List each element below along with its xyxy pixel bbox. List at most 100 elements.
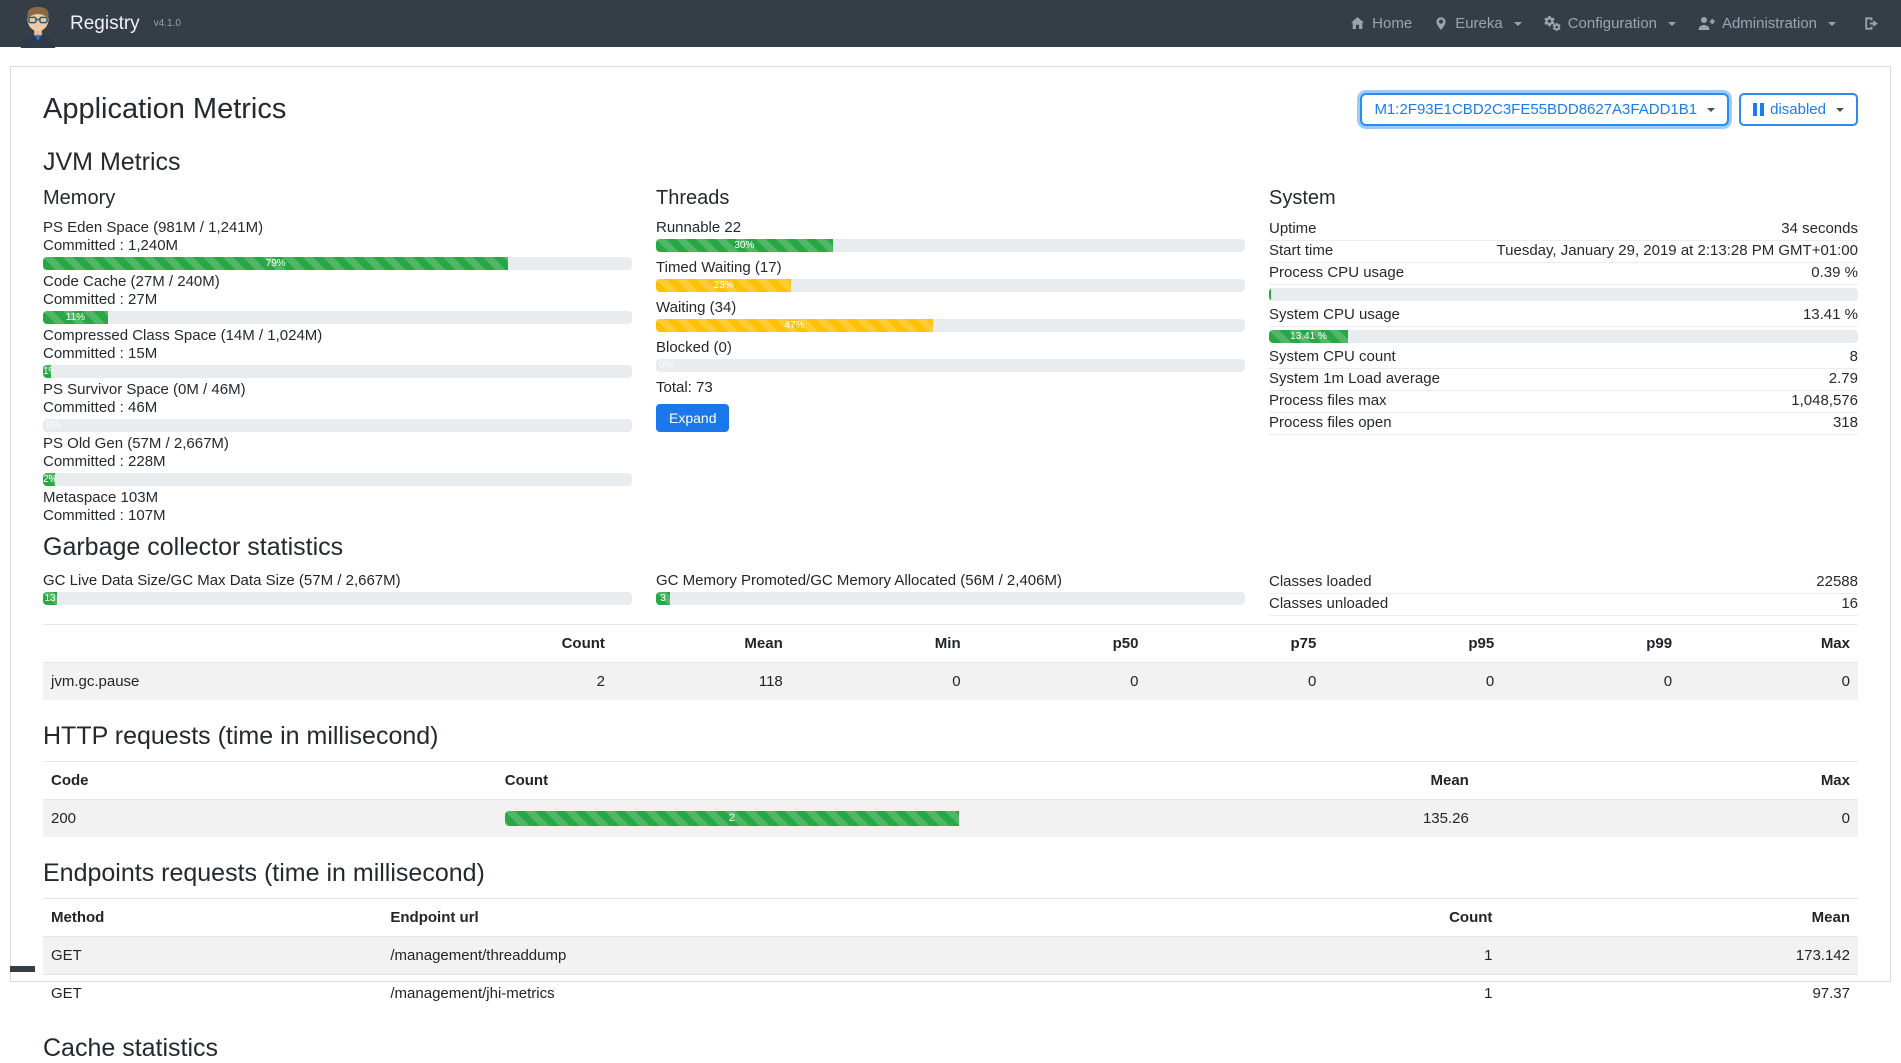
- pause-icon: [1753, 103, 1764, 116]
- endpoints-requests-heading: Endpoints requests (time in millisecond): [43, 859, 1858, 888]
- threads-heading: Threads: [656, 187, 1245, 210]
- gc-col-max: Max: [1680, 625, 1858, 663]
- instance-selector-dropdown[interactable]: M1:2F93E1CBD2C3FE55BDD8627A3FADD1B1: [1360, 93, 1729, 126]
- thread-item: Timed Waiting (17) 23%: [656, 259, 1245, 292]
- classes-unloaded-row: Classes unloaded 16: [1269, 594, 1858, 616]
- endpoints-col-mean: Mean: [1500, 899, 1858, 937]
- system-row-files-open: Process files open 318: [1269, 413, 1858, 435]
- endpoint-row-jhi-metrics: GET /management/jhi-metrics 1 97.37: [43, 975, 1858, 1013]
- memory-progress-bar: 0%: [43, 419, 632, 432]
- classes-loaded-row: Classes loaded 22588: [1269, 572, 1858, 594]
- refresh-toggle-dropdown[interactable]: disabled: [1739, 93, 1858, 126]
- http-requests-heading: HTTP requests (time in millisecond): [43, 722, 1858, 751]
- page-header: Application Metrics M1:2F93E1CBD2C3FE55B…: [43, 89, 1858, 148]
- memory-column: Memory PS Eden Space (981M / 1,241M) Com…: [43, 187, 632, 527]
- gc-bar-title: GC Memory Promoted/GC Memory Allocated (…: [656, 572, 1245, 590]
- gc-col-p50: p50: [969, 625, 1147, 663]
- gc-pause-header-row: Count Mean Min p50 p75 p95 p99 Max: [43, 625, 1858, 663]
- memory-progress-bar: 1%: [43, 365, 632, 378]
- brand[interactable]: Registry v4.1.0: [18, 0, 181, 48]
- jvm-columns: Memory PS Eden Space (981M / 1,241M) Com…: [43, 187, 1858, 527]
- system-cpu-progress-bar: 13.41 %: [1269, 330, 1858, 343]
- memory-item-committed: Committed : 15M: [43, 345, 632, 363]
- thread-progress-bar: 23%: [656, 279, 1245, 292]
- endpoints-col-method: Method: [43, 899, 382, 937]
- gears-icon: [1544, 16, 1561, 31]
- memory-item: Metaspace 103M Committed : 107M: [43, 489, 632, 525]
- gc-progress-bar: 13: [43, 592, 632, 605]
- system-row-process-cpu: Process CPU usage 0.39 %: [1269, 263, 1858, 285]
- process-cpu-progress-bar: [1269, 288, 1858, 301]
- gc-col-min: Min: [791, 625, 969, 663]
- gc-live-data-column: GC Live Data Size/GC Max Data Size (57M …: [43, 572, 632, 616]
- page-title: Application Metrics: [43, 93, 286, 126]
- endpoints-col-url: Endpoint url: [382, 899, 1199, 937]
- gc-memory-promoted-column: GC Memory Promoted/GC Memory Allocated (…: [656, 572, 1245, 616]
- memory-item-committed: Committed : 228M: [43, 453, 632, 471]
- jhipster-avatar-logo: [18, 4, 58, 48]
- jvm-metrics-heading: JVM Metrics: [43, 148, 1858, 177]
- gc-col-p95: p95: [1324, 625, 1502, 663]
- memory-progress-bar: 11%: [43, 311, 632, 324]
- memory-item-committed: Committed : 107M: [43, 507, 632, 525]
- memory-item: Compressed Class Space (14M / 1,024M) Co…: [43, 327, 632, 378]
- expand-threads-button[interactable]: Expand: [656, 404, 729, 432]
- memory-item-committed: Committed : 46M: [43, 399, 632, 417]
- gc-heading: Garbage collector statistics: [43, 533, 1858, 562]
- top-navbar: Registry v4.1.0 Home Eureka Configuratio…: [0, 0, 1901, 47]
- gc-progress-bar: 3: [656, 592, 1245, 605]
- system-heading: System: [1269, 187, 1858, 210]
- gc-bar-title: GC Live Data Size/GC Max Data Size (57M …: [43, 572, 632, 590]
- cache-statistics-heading: Cache statistics: [43, 1034, 1858, 1063]
- threads-column: Threads Runnable 22 30% Timed Waiting (1…: [656, 187, 1245, 527]
- memory-item-title: PS Old Gen (57M / 2,667M): [43, 435, 632, 453]
- http-col-code: Code: [43, 762, 497, 800]
- map-marker-icon: [1434, 16, 1448, 31]
- header-buttons: M1:2F93E1CBD2C3FE55BDD8627A3FADD1B1 disa…: [1360, 93, 1858, 126]
- endpoints-header-row: Method Endpoint url Count Mean: [43, 899, 1858, 937]
- nav-item-label: Eureka: [1455, 15, 1503, 32]
- nav-item-home[interactable]: Home: [1339, 7, 1423, 40]
- thread-item-title: Timed Waiting (17): [656, 259, 1245, 277]
- memory-item-committed: Committed : 27M: [43, 291, 632, 309]
- gc-col-mean: Mean: [613, 625, 791, 663]
- chevron-down-icon: [1668, 22, 1676, 26]
- gc-pause-row: jvm.gc.pause 2 118 0 0 0 0 0 0: [43, 663, 1858, 701]
- nav-item-eureka[interactable]: Eureka: [1423, 7, 1533, 40]
- http-col-count: Count: [497, 762, 1223, 800]
- chevron-down-icon: [1836, 108, 1844, 112]
- http-col-max: Max: [1477, 762, 1858, 800]
- http-count-progress-bar: 2: [505, 811, 1215, 826]
- memory-item: Code Cache (27M / 240M) Committed : 27M …: [43, 273, 632, 324]
- thread-item-title: Waiting (34): [656, 299, 1245, 317]
- system-row-system-cpu: System CPU usage 13.41 %: [1269, 305, 1858, 327]
- thread-progress-bar: 0%: [656, 359, 1245, 372]
- thread-item: Runnable 22 30%: [656, 219, 1245, 252]
- nav-item-label: Administration: [1722, 15, 1817, 32]
- chevron-down-icon: [1828, 22, 1836, 26]
- memory-item-committed: Committed : 1,240M: [43, 237, 632, 255]
- thread-item: Waiting (34) 47%: [656, 299, 1245, 332]
- thread-progress-bar: 47%: [656, 319, 1245, 332]
- user-plus-icon: [1698, 16, 1715, 31]
- nav-links: Home Eureka Configuration: [1339, 7, 1883, 40]
- system-row-uptime: Uptime 34 seconds: [1269, 219, 1858, 241]
- partial-element-below-fold: [10, 966, 35, 972]
- sign-out-button[interactable]: [1847, 8, 1883, 39]
- memory-item-title: PS Eden Space (981M / 1,241M): [43, 219, 632, 237]
- thread-item: Blocked (0) 0%: [656, 339, 1245, 372]
- http-row-200: 200 2 135.26 0: [43, 800, 1858, 838]
- endpoints-requests-table: Method Endpoint url Count Mean GET /mana…: [43, 898, 1858, 1012]
- memory-item: PS Old Gen (57M / 2,667M) Committed : 22…: [43, 435, 632, 486]
- nav-item-configuration[interactable]: Configuration: [1533, 7, 1687, 40]
- memory-item-title: PS Survivor Space (0M / 46M): [43, 381, 632, 399]
- memory-item-title: Metaspace 103M: [43, 489, 632, 507]
- nav-item-administration[interactable]: Administration: [1687, 7, 1847, 40]
- instance-selector-label: M1:2F93E1CBD2C3FE55BDD8627A3FADD1B1: [1374, 101, 1697, 118]
- system-row-files-max: Process files max 1,048,576: [1269, 391, 1858, 413]
- gc-pause-table: Count Mean Min p50 p75 p95 p99 Max jvm.g…: [43, 624, 1858, 700]
- gc-col-p75: p75: [1146, 625, 1324, 663]
- gc-classes-column: Classes loaded 22588 Classes unloaded 16: [1269, 572, 1858, 616]
- sign-out-icon: [1863, 16, 1879, 31]
- memory-item: PS Eden Space (981M / 1,241M) Committed …: [43, 219, 632, 270]
